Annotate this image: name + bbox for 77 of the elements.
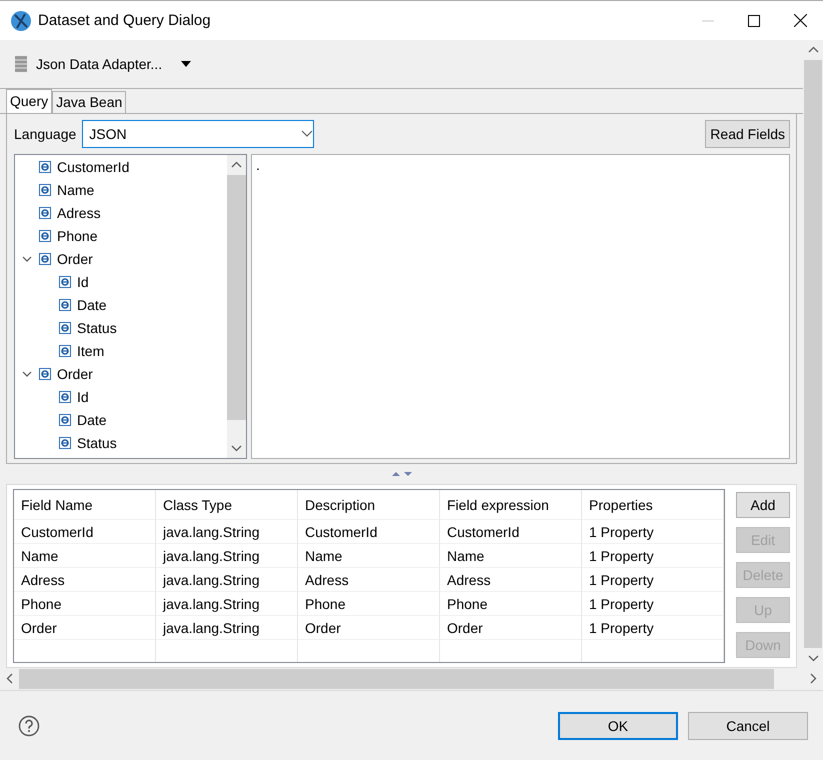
table-cell: 1 Property <box>582 520 724 544</box>
element-icon <box>59 322 71 334</box>
table-cell: Phone <box>440 592 582 616</box>
table-cell: CustomerId <box>440 520 582 544</box>
tree-item[interactable]: Id <box>77 389 89 405</box>
table-cell: CustomerId <box>14 520 156 544</box>
read-fields-button[interactable]: Read Fields <box>705 120 790 148</box>
tree-item[interactable]: Status <box>77 435 117 451</box>
table-cell: Name <box>298 544 440 568</box>
scrollbar-thumb[interactable] <box>804 60 822 648</box>
app-icon <box>10 10 32 32</box>
help-icon[interactable] <box>18 715 40 737</box>
element-icon <box>39 230 51 242</box>
tree-item[interactable]: Item <box>77 343 104 359</box>
column-header[interactable]: Field expression <box>440 490 582 520</box>
table-cell: java.lang.String <box>156 616 298 640</box>
table-cell: 1 Property <box>582 616 724 640</box>
scrollbar-thumb[interactable] <box>19 669 774 689</box>
element-icon <box>39 253 51 265</box>
table-cell: 1 Property <box>582 568 724 592</box>
table-cell: Adress <box>440 568 582 592</box>
table-cell: java.lang.String <box>156 568 298 592</box>
tree-item[interactable]: Date <box>77 412 107 428</box>
column-header[interactable]: Properties <box>582 490 724 520</box>
element-icon <box>59 437 71 449</box>
element-icon <box>59 299 71 311</box>
adapter-label[interactable]: Json Data Adapter... <box>36 56 162 72</box>
tree-item[interactable]: Status <box>77 320 117 336</box>
table-cell: 1 Property <box>582 592 724 616</box>
element-icon <box>39 368 51 380</box>
tree-item[interactable]: Name <box>57 182 94 198</box>
dropdown-arrow-icon[interactable] <box>180 60 192 68</box>
table-action-button[interactable]: Add <box>736 492 790 518</box>
column-header[interactable]: Field Name <box>14 490 156 520</box>
maximize-icon[interactable] <box>748 14 760 26</box>
element-icon <box>59 414 71 426</box>
table-cell: Order <box>14 616 156 640</box>
close-icon[interactable] <box>794 14 806 27</box>
element-icon <box>39 184 51 196</box>
table-cell: Name <box>14 544 156 568</box>
language-label: Language <box>14 126 76 142</box>
table-cell: Adress <box>298 568 440 592</box>
window-title: Dataset and Query Dialog <box>38 12 212 29</box>
query-editor[interactable]: . <box>251 154 790 458</box>
tree-item[interactable]: Adress <box>57 205 101 221</box>
tree-item[interactable]: Phone <box>57 228 98 244</box>
column-header[interactable]: Class Type <box>156 490 298 520</box>
scrollbar-thumb[interactable] <box>227 174 246 420</box>
table-cell: Name <box>440 544 582 568</box>
element-icon <box>59 391 71 403</box>
tree-item[interactable]: Date <box>77 297 107 313</box>
column-header[interactable]: Description <box>298 490 440 520</box>
dialog-button[interactable]: Cancel <box>688 712 808 740</box>
tree-item[interactable]: CustomerId <box>57 159 130 175</box>
table-cell: Adress <box>14 568 156 592</box>
tab[interactable]: Java Bean <box>52 90 126 112</box>
database-icon <box>14 54 28 73</box>
language-dropdown[interactable]: JSON <box>82 120 314 148</box>
sash-arrows-icon[interactable] <box>390 470 412 478</box>
table-cell: 1 Property <box>582 544 724 568</box>
tree-item[interactable]: Order <box>57 251 93 267</box>
table-cell: CustomerId <box>298 520 440 544</box>
element-icon <box>39 161 51 173</box>
tree-item[interactable]: Id <box>77 274 89 290</box>
table-cell: java.lang.String <box>156 544 298 568</box>
element-icon <box>59 276 71 288</box>
table-cell: Order <box>440 616 582 640</box>
table-cell: Phone <box>298 592 440 616</box>
tab[interactable]: Query <box>6 88 52 112</box>
dialog-button[interactable]: OK <box>558 712 678 740</box>
element-icon <box>39 207 51 219</box>
element-icon <box>59 345 71 357</box>
table-cell: java.lang.String <box>156 520 298 544</box>
table-cell: Order <box>298 616 440 640</box>
tree-item[interactable]: Order <box>57 366 93 382</box>
table-cell: java.lang.String <box>156 592 298 616</box>
table-cell: Phone <box>14 592 156 616</box>
